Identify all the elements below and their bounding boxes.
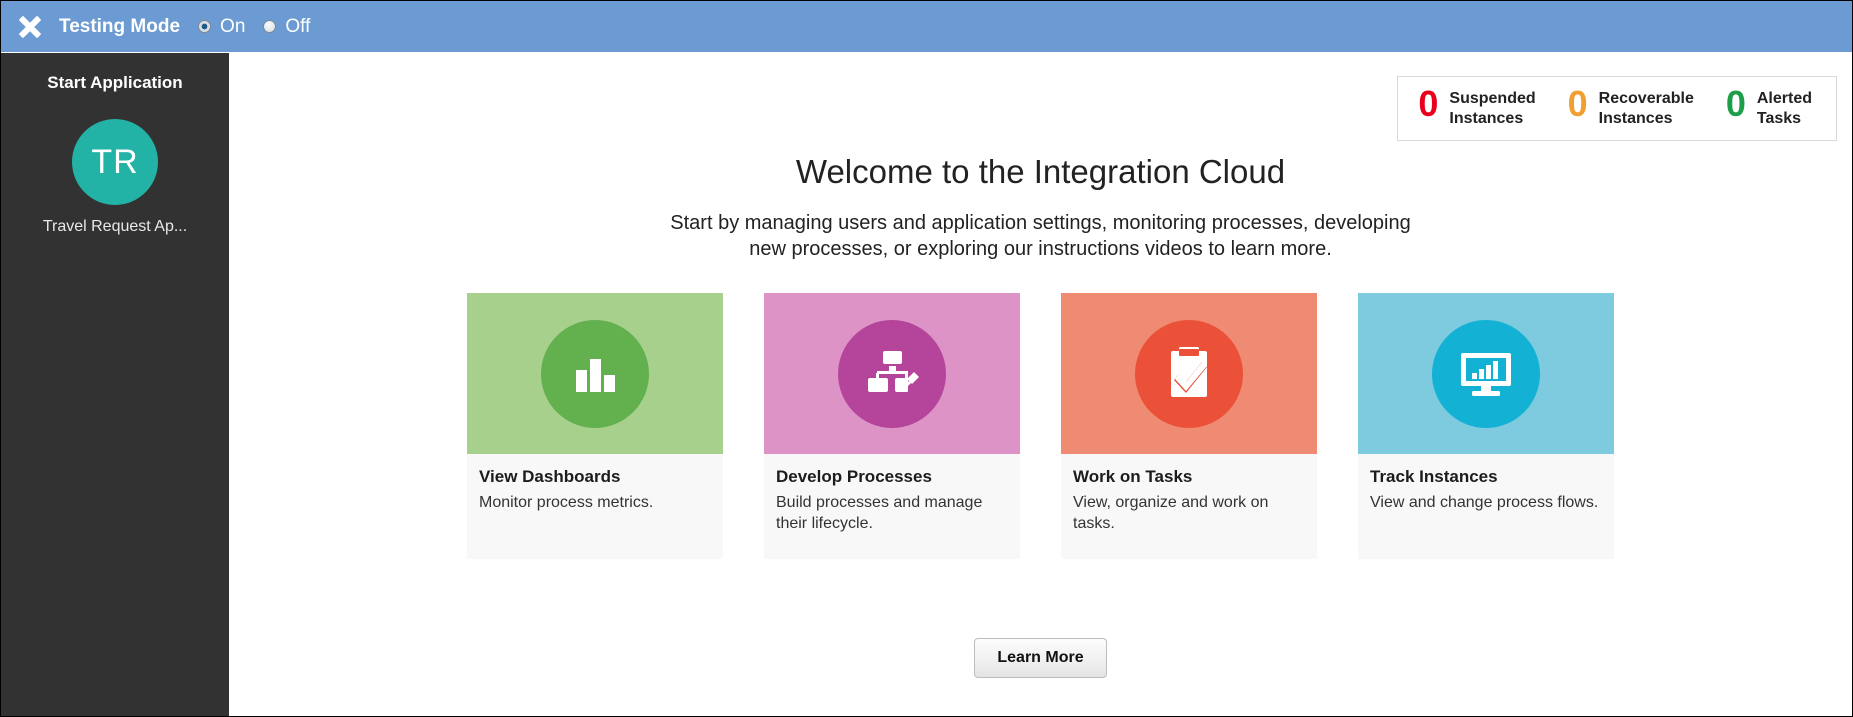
monitor-chart-icon <box>1461 352 1511 396</box>
main-content: 0 Suspended Instances 0 Recoverable Inst… <box>229 53 1852 716</box>
status-count: 0 <box>1567 83 1588 124</box>
status-label-line2: Instances <box>1449 110 1524 128</box>
icon-circle <box>1135 319 1243 428</box>
status-badge-alerted-tasks[interactable]: 0 Alerted Tasks <box>1712 83 1830 130</box>
avatar-initials: TR <box>91 142 139 181</box>
status-label: Recoverable Instances <box>1599 87 1694 130</box>
card-banner <box>467 293 723 454</box>
icon-circle <box>541 319 649 428</box>
status-summary-panel: 0 Suspended Instances 0 Recoverable Inst… <box>1397 76 1837 141</box>
testing-mode-label: Testing Mode <box>59 15 181 37</box>
radio-unselected-icon[interactable] <box>263 20 277 33</box>
testing-mode-bar: Testing Mode On Off <box>1 1 1852 53</box>
testing-mode-option-on-label: On <box>220 15 246 37</box>
card-description: Build processes and manage their lifecyc… <box>776 494 983 532</box>
status-count: 0 <box>1418 83 1439 124</box>
card-develop-processes[interactable]: Develop Processes Build processes and ma… <box>764 293 1020 559</box>
process-edit-icon <box>868 350 919 392</box>
card-description: Monitor process metrics. <box>479 494 654 511</box>
card-description: View, organize and work on tasks. <box>1073 494 1269 532</box>
status-label: Suspended Instances <box>1449 87 1535 130</box>
card-title: Work on Tasks <box>1073 467 1193 486</box>
card-body: Develop Processes Build processes and ma… <box>764 454 1020 559</box>
close-icon[interactable] <box>15 12 45 42</box>
card-body: Work on Tasks View, organize and work on… <box>1061 454 1317 559</box>
card-body: Track Instances View and change process … <box>1358 454 1614 538</box>
testing-mode-option-off[interactable]: Off <box>263 16 310 38</box>
status-label-line1: Recoverable <box>1598 90 1694 107</box>
page-subtitle: Start by managing users and application … <box>670 212 1411 260</box>
status-label-line2: Tasks <box>1756 110 1802 128</box>
learn-more-wrap: Learn More <box>229 638 1852 678</box>
card-work-on-tasks[interactable]: Work on Tasks View, organize and work on… <box>1061 293 1317 559</box>
sidebar-item-travel-request-app[interactable]: TR Travel Request Ap... <box>1 119 229 236</box>
status-label-line1: Alerted <box>1756 90 1812 107</box>
icon-circle <box>838 319 946 428</box>
avatar: TR <box>72 119 158 205</box>
application-window: Testing Mode On Off Start Application TR… <box>0 0 1853 717</box>
sidebar-item-label: Travel Request Ap... <box>42 218 188 235</box>
status-label: Alerted Tasks <box>1757 87 1812 130</box>
feature-card-list: View Dashboards Monitor process metrics. <box>229 293 1852 559</box>
card-track-instances[interactable]: Track Instances View and change process … <box>1358 293 1614 559</box>
card-view-dashboards[interactable]: View Dashboards Monitor process metrics. <box>467 293 723 559</box>
sidebar: Start Application TR Travel Request Ap..… <box>1 53 229 716</box>
card-title: Develop Processes <box>776 467 932 486</box>
sidebar-title: Start Application <box>47 73 183 92</box>
card-title: Track Instances <box>1370 467 1498 486</box>
testing-mode-radio-group: On Off <box>198 16 328 38</box>
card-banner <box>1061 293 1317 454</box>
clipboard-check-icon <box>1171 346 1207 397</box>
status-label-line1: Suspended <box>1449 90 1536 107</box>
status-badge-suspended-instances[interactable]: 0 Suspended Instances <box>1404 83 1553 130</box>
card-title: View Dashboards <box>479 467 621 486</box>
learn-more-button[interactable]: Learn More <box>974 638 1107 678</box>
testing-mode-option-off-label: Off <box>285 15 311 37</box>
page-title: Welcome to the Integration Cloud <box>795 153 1286 190</box>
icon-circle <box>1432 319 1540 428</box>
status-badge-recoverable-instances[interactable]: 0 Recoverable Instances <box>1554 83 1712 130</box>
status-label-line2: Instances <box>1598 110 1673 128</box>
radio-selected-icon[interactable] <box>198 20 212 33</box>
bar-chart-icon <box>576 358 615 392</box>
card-description: View and change process flows. <box>1370 494 1599 511</box>
testing-mode-option-on[interactable]: On <box>198 16 245 38</box>
status-count: 0 <box>1725 83 1746 124</box>
card-banner <box>1358 293 1614 454</box>
welcome-block: Welcome to the Integration Cloud Start b… <box>229 153 1852 262</box>
card-body: View Dashboards Monitor process metrics. <box>467 454 723 538</box>
card-banner <box>764 293 1020 454</box>
